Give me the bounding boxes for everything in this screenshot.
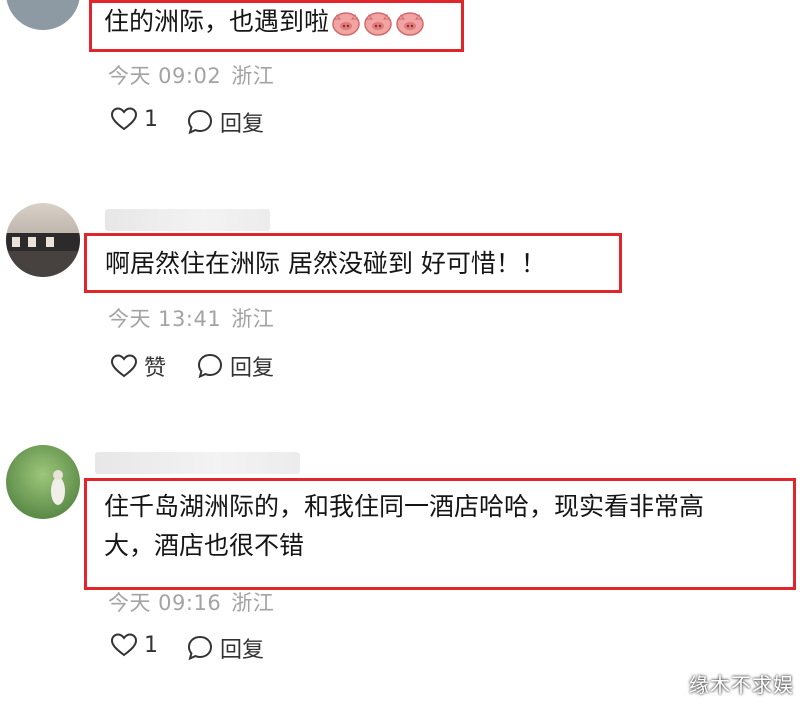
speech-bubble-icon (197, 353, 223, 379)
reply-button[interactable]: 回复 (196, 350, 274, 382)
speech-bubble-icon (187, 635, 213, 661)
comment-location: 浙江 (231, 591, 275, 615)
comment-location: 浙江 (231, 307, 275, 331)
comment-text: 住的洲际，也遇到啦 (104, 3, 425, 41)
comment-text: 啊居然住在洲际 居然没碰到 好可惜！！ (105, 249, 546, 278)
watermark: 缘木不求娱 (689, 673, 794, 697)
reply-label: 回复 (220, 112, 265, 137)
username-blurred[interactable] (95, 452, 300, 474)
username-blurred[interactable] (105, 209, 270, 231)
like-button[interactable]: 赞 (110, 350, 166, 382)
avatar[interactable] (6, 445, 80, 519)
comment-text-content: 住的洲际，也遇到啦 (104, 7, 330, 36)
comment-meta: 今天 09:02 浙江 (108, 60, 284, 90)
comment-text-line2: 大，酒店也很不错 (104, 531, 305, 560)
like-count: 1 (144, 106, 158, 132)
comment-time: 今天 13:41 (108, 307, 222, 331)
comment-meta: 今天 09:16 浙江 (108, 587, 284, 617)
avatar[interactable] (6, 0, 80, 30)
heart-outline-icon (110, 107, 138, 131)
like-button[interactable]: 1 (110, 632, 158, 658)
avatar-image (6, 203, 80, 277)
avatar[interactable] (6, 203, 80, 277)
like-count: 1 (144, 632, 158, 658)
reply-label: 回复 (220, 638, 265, 663)
comment-location: 浙江 (231, 64, 275, 88)
reply-label: 回复 (230, 356, 275, 381)
pig-face-emoji-icon (364, 12, 392, 36)
heart-outline-icon (110, 354, 138, 378)
like-label: 赞 (144, 356, 167, 381)
comment-time: 今天 09:16 (108, 591, 222, 615)
emoji-group (329, 7, 425, 36)
reply-button[interactable]: 回复 (186, 632, 264, 664)
comment-meta: 今天 13:41 浙江 (108, 303, 284, 333)
avatar-image (6, 445, 80, 519)
avatar-image (6, 0, 80, 30)
comment-text-line1: 住千岛湖洲际的，和我住同一酒店哈哈，现实看非常高 (104, 492, 705, 521)
heart-outline-icon (110, 633, 138, 657)
reply-button[interactable]: 回复 (186, 106, 264, 138)
like-button[interactable]: 1 (110, 106, 158, 132)
pig-face-emoji-icon (396, 12, 424, 36)
pig-face-emoji-icon (332, 12, 360, 36)
comment-time: 今天 09:02 (108, 64, 222, 88)
speech-bubble-icon (187, 109, 213, 135)
